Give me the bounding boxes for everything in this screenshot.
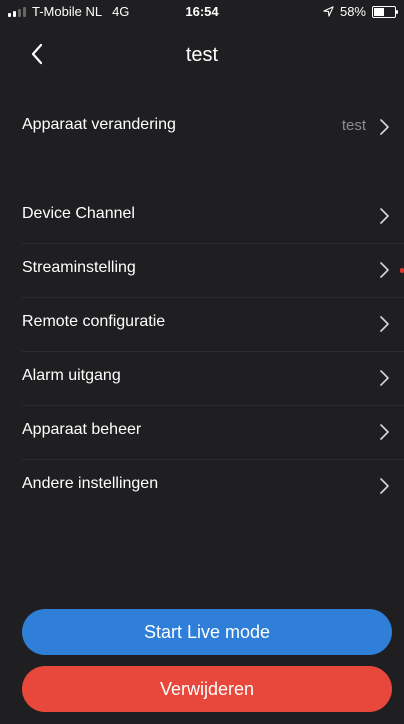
status-bar: T-Mobile NL 4G 16:54 58% (0, 0, 404, 24)
chevron-right-icon (380, 119, 389, 135)
menu-item-alarm-output[interactable]: Alarm uitgang (0, 351, 404, 405)
chevron-right-icon (380, 370, 389, 386)
device-change-value: test (341, 117, 366, 134)
start-live-mode-button[interactable]: Start Live mode (22, 609, 392, 655)
menu-item-label: Device Channel (22, 205, 135, 222)
nav-bar: test (0, 28, 404, 80)
menu-item-label: Streaminstelling (22, 259, 136, 276)
menu-item-label: Remote configuratie (22, 313, 166, 330)
chevron-right-icon (380, 478, 389, 494)
red-indicator-dot (400, 268, 404, 273)
menu-item-other-settings[interactable]: Andere instellingen (0, 459, 404, 513)
menu-item-label: Alarm uitgang (22, 367, 121, 384)
delete-button[interactable]: Verwijderen (22, 666, 392, 712)
menu-item-label: Apparaat beheer (22, 421, 142, 438)
menu-item-stream-settings[interactable]: Streaminstelling (0, 243, 404, 297)
menu-item-device-channel[interactable]: Device Channel (0, 189, 404, 243)
battery-percent: 58% (339, 4, 366, 19)
chevron-right-icon (380, 424, 389, 440)
battery-fill (374, 7, 384, 16)
battery-icon (372, 5, 398, 18)
menu-item-label: Andere instellingen (22, 475, 159, 492)
menu-item-remote-configuration[interactable]: Remote configuratie (0, 297, 404, 351)
menu-item-device-management[interactable]: Apparaat beheer (0, 405, 404, 459)
device-change-row[interactable]: Apparaat verandering test (0, 100, 404, 154)
chevron-right-icon (380, 316, 389, 332)
page-title: test (185, 44, 219, 66)
device-change-label: Apparaat verandering (22, 116, 176, 133)
status-right: 58% (323, 4, 398, 19)
chevron-right-icon (380, 262, 389, 278)
location-arrow-icon (323, 6, 334, 17)
chevron-right-icon (380, 208, 389, 224)
